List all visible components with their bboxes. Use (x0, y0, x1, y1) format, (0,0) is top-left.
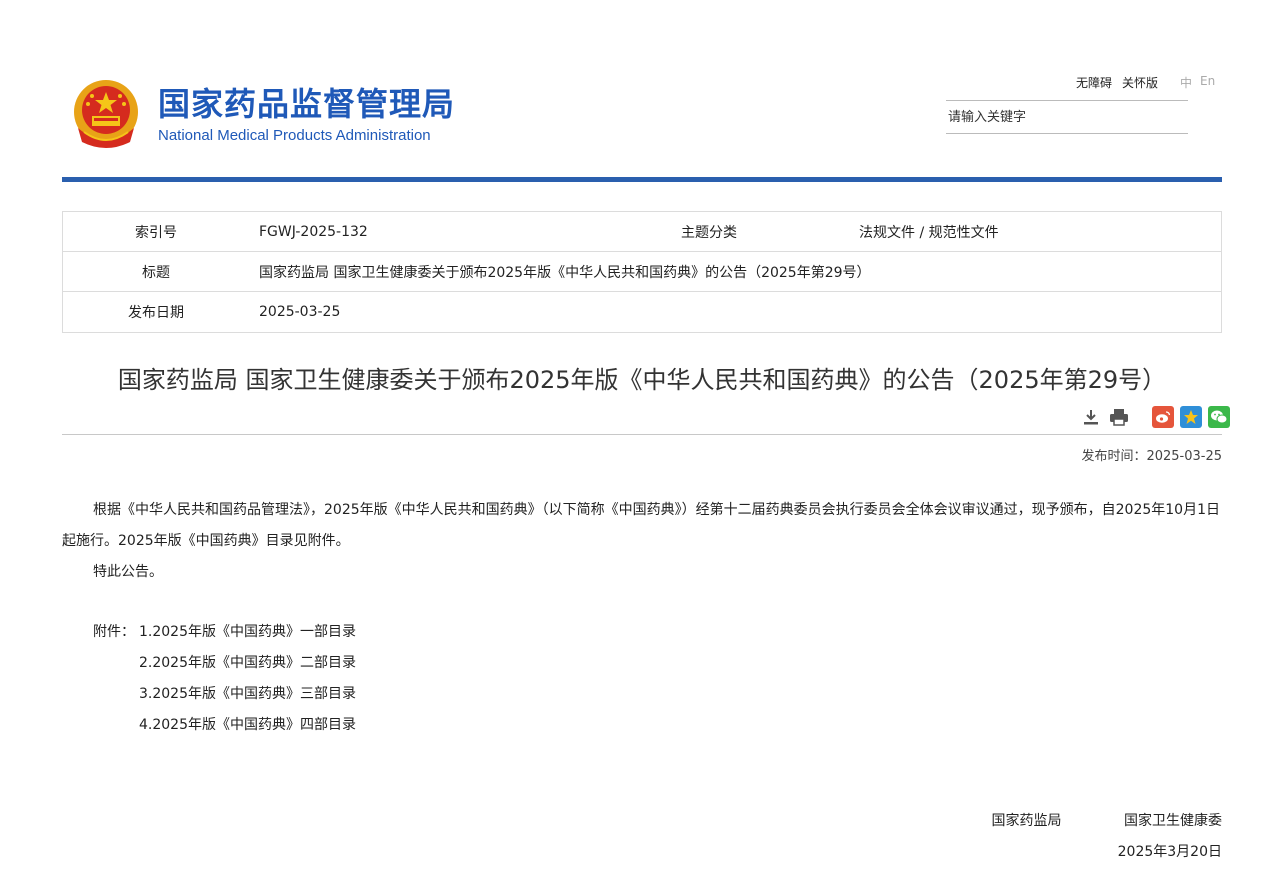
download-icon[interactable] (1080, 406, 1102, 428)
index-label: 索引号 (135, 224, 177, 241)
attachment-link-4[interactable]: 4.2025年版《中国药典》四部目录 (139, 710, 356, 741)
print-icon[interactable] (1108, 406, 1130, 428)
accessibility-link[interactable]: 无障碍 (1076, 74, 1112, 91)
date-value: 2025-03-25 (259, 304, 341, 320)
title-value: 国家药监局 国家卫生健康委关于颁布2025年版《中华人民共和国药典》的公告（20… (259, 264, 871, 281)
attachment-link-3[interactable]: 3.2025年版《中国药典》三部目录 (139, 679, 356, 710)
top-links: 无障碍 关怀版 (1076, 74, 1158, 91)
article-paragraph-2: 特此公告。 (93, 564, 163, 580)
article-tools (1080, 406, 1230, 428)
title-divider (62, 434, 1222, 435)
signature-date: 2025年3月20日 (1117, 844, 1222, 860)
publish-time: 发布时间：2025-03-25 (1081, 449, 1222, 464)
weibo-icon[interactable] (1152, 406, 1174, 428)
article-body: 根据《中华人民共和国药品管理法》，2025年版《中华人民共和国药典》（以下简称《… (62, 495, 1222, 588)
page: 国家药品监督管理局 National Medical Products Admi… (0, 0, 1280, 887)
logo-title-cn: 国家药品监督管理局 (158, 84, 456, 123)
site-logo[interactable]: 国家药品监督管理局 National Medical Products Admi… (72, 76, 472, 152)
signature-block: 国家药监局 国家卫生健康委 2025年3月20日 (992, 806, 1222, 868)
article-title: 国家药监局 国家卫生健康委关于颁布2025年版《中华人民共和国药典》的公告（20… (117, 366, 1167, 394)
info-row-title: 标题 国家药监局 国家卫生健康委关于颁布2025年版《中华人民共和国药典》的公告… (63, 252, 1221, 292)
info-row-date: 发布日期 2025-03-25 (63, 292, 1221, 332)
signature-org-nmpa: 国家药监局 (991, 813, 1062, 829)
document-info-table: 索引号 FGWJ-2025-132 主题分类 法规文件 / 规范性文件 标题 国… (62, 211, 1222, 333)
national-emblem-icon (74, 80, 138, 148)
topic-value: 法规文件 / 规范性文件 (859, 224, 999, 241)
attachment-link-2[interactable]: 2.2025年版《中国药典》二部目录 (139, 648, 356, 679)
lang-zh-link[interactable]: 中 (1180, 74, 1192, 91)
logo-title-en: National Medical Products Administration (158, 126, 431, 144)
signature-org-nhc: 国家卫生健康委 (1124, 813, 1222, 829)
search-box (946, 100, 1188, 134)
search-input[interactable] (946, 101, 1188, 133)
topic-label: 主题分类 (681, 224, 737, 241)
language-switch: 中 En (1180, 74, 1215, 91)
date-label: 发布日期 (128, 305, 184, 321)
elder-care-link[interactable]: 关怀版 (1122, 74, 1158, 91)
wechat-icon[interactable] (1208, 406, 1230, 428)
article-paragraph-1: 根据《中华人民共和国药品管理法》，2025年版《中华人民共和国药典》（以下简称《… (62, 502, 1220, 549)
index-value: FGWJ-2025-132 (259, 223, 368, 240)
lang-en-link[interactable]: En (1200, 74, 1215, 91)
title-label: 标题 (142, 264, 170, 281)
attachment-link-1[interactable]: 1.2025年版《中国药典》一部目录 (139, 617, 356, 648)
qzone-icon[interactable] (1180, 406, 1202, 428)
attachment-list: 附件： 1.2025年版《中国药典》一部目录 2.2025年版《中国药典》二部目… (93, 617, 356, 741)
info-row-index: 索引号 FGWJ-2025-132 主题分类 法规文件 / 规范性文件 (63, 212, 1221, 252)
attachment-label: 附件： (93, 624, 135, 640)
header-divider-bar (62, 177, 1222, 182)
